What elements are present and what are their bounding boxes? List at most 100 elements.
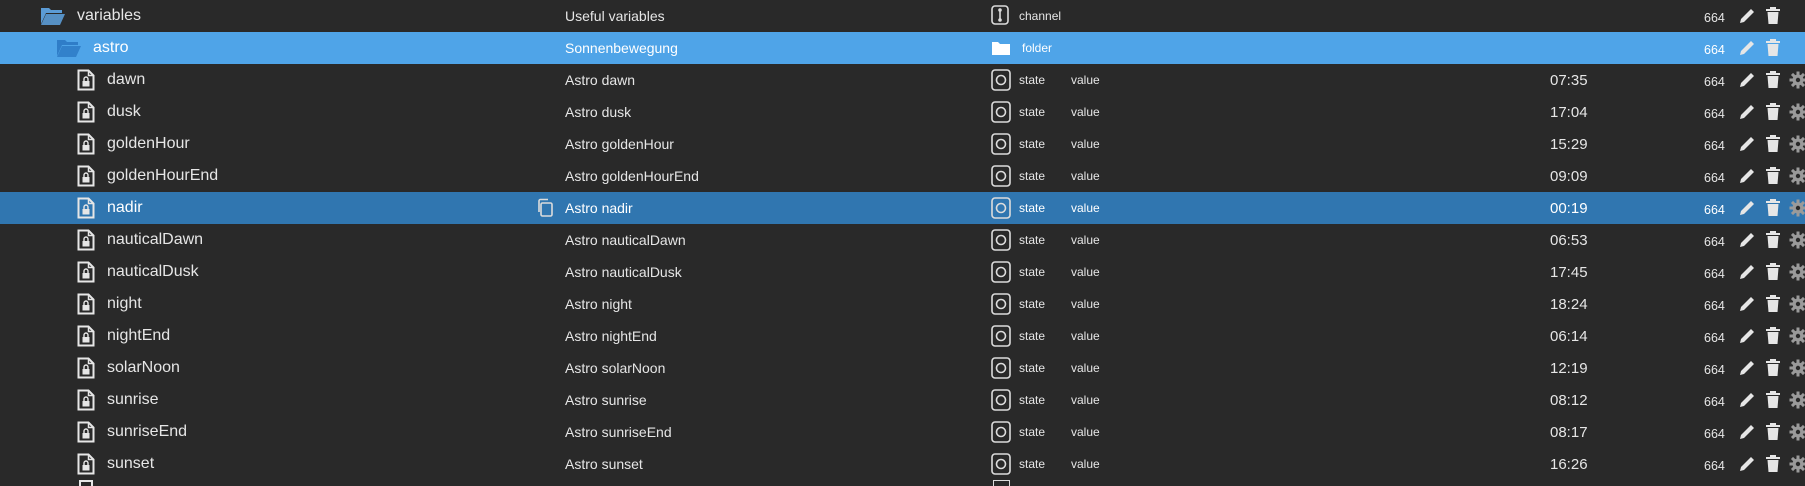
state-type-icon — [991, 229, 1011, 256]
delete-button[interactable] — [1765, 423, 1781, 446]
object-type: state — [1019, 137, 1046, 151]
object-value[interactable]: 00:19 — [1550, 192, 1588, 224]
tree-state-row[interactable]: nadir Astro nadir state value 00:19 664 — [0, 192, 1805, 224]
object-type: state — [1019, 105, 1046, 119]
file-lock-icon — [77, 101, 95, 128]
tree-state-row[interactable] — [0, 480, 1805, 486]
object-value[interactable]: 17:04 — [1550, 96, 1588, 128]
edit-button[interactable] — [1738, 103, 1756, 126]
object-acl: 664 — [1704, 11, 1725, 25]
folder-open-icon — [56, 37, 82, 64]
edit-button[interactable] — [1738, 231, 1756, 254]
object-role: value — [1071, 265, 1100, 279]
settings-button[interactable] — [1789, 295, 1805, 318]
object-description: Astro dusk — [565, 104, 632, 120]
edit-button[interactable] — [1738, 263, 1756, 286]
settings-button[interactable] — [1789, 263, 1805, 286]
object-value[interactable]: 17:45 — [1550, 256, 1588, 288]
object-value[interactable]: 07:35 — [1550, 64, 1588, 96]
settings-button[interactable] — [1789, 359, 1805, 382]
edit-button[interactable] — [1738, 199, 1756, 222]
tree-folder-row[interactable]: variables Useful variables channel 664 — [0, 0, 1805, 32]
object-type: state — [1019, 457, 1046, 471]
settings-button[interactable] — [1789, 423, 1805, 446]
delete-button[interactable] — [1765, 263, 1781, 286]
settings-button[interactable] — [1789, 135, 1805, 158]
edit-button[interactable] — [1738, 423, 1756, 446]
delete-button[interactable] — [1765, 199, 1781, 222]
object-value[interactable]: 06:14 — [1550, 320, 1588, 352]
settings-button[interactable] — [1789, 103, 1805, 126]
edit-button[interactable] — [1738, 71, 1756, 94]
tree-state-row[interactable]: night Astro night state value 18:24 664 — [0, 288, 1805, 320]
object-name: solarNoon — [107, 359, 180, 376]
tree-state-row[interactable]: goldenHourEnd Astro goldenHourEnd state val… — [0, 160, 1805, 192]
object-type: folder — [1022, 41, 1053, 55]
settings-button[interactable] — [1789, 231, 1805, 254]
settings-button[interactable] — [1789, 391, 1805, 414]
object-value[interactable]: 15:29 — [1550, 128, 1588, 160]
settings-button[interactable] — [1789, 167, 1805, 190]
delete-button[interactable] — [1765, 7, 1781, 30]
object-description: Astro nauticalDawn — [565, 232, 686, 248]
object-acl: 664 — [1704, 299, 1725, 313]
settings-button[interactable] — [1789, 71, 1805, 94]
file-lock-icon — [77, 69, 95, 96]
delete-button[interactable] — [1765, 71, 1781, 94]
object-type: state — [1019, 361, 1046, 375]
settings-button[interactable] — [1789, 199, 1805, 222]
object-type: state — [1019, 265, 1046, 279]
copy-icon[interactable] — [536, 198, 554, 223]
delete-button[interactable] — [1765, 103, 1781, 126]
tree-state-row[interactable]: nauticalDusk Astro nauticalDusk state value… — [0, 256, 1805, 288]
object-name: dusk — [107, 103, 141, 120]
tree-state-row[interactable]: sunrise Astro sunrise state value 08:12 664 — [0, 384, 1805, 416]
delete-button[interactable] — [1765, 167, 1781, 190]
object-value[interactable]: 08:12 — [1550, 384, 1588, 416]
object-description: Astro nauticalDusk — [565, 264, 682, 280]
object-role: value — [1071, 201, 1100, 215]
tree-state-row[interactable]: sunset Astro sunset state value 16:26 664 — [0, 448, 1805, 480]
edit-button[interactable] — [1738, 455, 1756, 478]
object-value[interactable]: 18:24 — [1550, 288, 1588, 320]
state-type-icon — [991, 197, 1011, 224]
edit-button[interactable] — [1738, 327, 1756, 350]
delete-button[interactable] — [1765, 39, 1781, 62]
object-value[interactable]: 09:09 — [1550, 160, 1588, 192]
delete-button[interactable] — [1765, 135, 1781, 158]
delete-button[interactable] — [1765, 391, 1781, 414]
object-type: state — [1019, 73, 1046, 87]
edit-button[interactable] — [1738, 167, 1756, 190]
tree-state-row[interactable]: solarNoon Astro solarNoon state value 12:19 6… — [0, 352, 1805, 384]
object-value[interactable]: 08:17 — [1550, 416, 1588, 448]
file-lock-icon — [77, 389, 95, 416]
delete-button[interactable] — [1765, 359, 1781, 382]
tree-state-row[interactable]: dusk Astro dusk state value 17:04 664 — [0, 96, 1805, 128]
tree-state-row[interactable]: nauticalDawn Astro nauticalDawn state value… — [0, 224, 1805, 256]
tree-state-row[interactable]: dawn Astro dawn state value 07:35 664 — [0, 64, 1805, 96]
tree-state-row[interactable]: nightEnd Astro nightEnd state value 06:14 664 — [0, 320, 1805, 352]
file-lock-icon — [77, 261, 95, 288]
edit-button[interactable] — [1738, 39, 1756, 62]
state-type-icon — [991, 325, 1011, 352]
settings-button[interactable] — [1789, 455, 1805, 478]
edit-button[interactable] — [1738, 359, 1756, 382]
tree-state-row[interactable]: goldenHour Astro goldenHour state value 15:2… — [0, 128, 1805, 160]
edit-button[interactable] — [1738, 7, 1756, 30]
settings-button[interactable] — [1789, 327, 1805, 350]
tree-folder-row[interactable]: astro Sonnenbewegung folder 664 — [0, 32, 1805, 64]
object-value[interactable]: 16:26 — [1550, 448, 1588, 480]
object-value[interactable]: 06:53 — [1550, 224, 1588, 256]
edit-button[interactable] — [1738, 135, 1756, 158]
delete-button[interactable] — [1765, 295, 1781, 318]
edit-button[interactable] — [1738, 295, 1756, 318]
object-acl: 664 — [1704, 107, 1725, 121]
file-lock-icon — [77, 453, 95, 480]
object-name: variables — [77, 7, 142, 24]
delete-button[interactable] — [1765, 327, 1781, 350]
delete-button[interactable] — [1765, 231, 1781, 254]
delete-button[interactable] — [1765, 455, 1781, 478]
object-value[interactable]: 12:19 — [1550, 352, 1588, 384]
edit-button[interactable] — [1738, 391, 1756, 414]
tree-state-row[interactable]: sunriseEnd Astro sunriseEnd state value 08:1… — [0, 416, 1805, 448]
